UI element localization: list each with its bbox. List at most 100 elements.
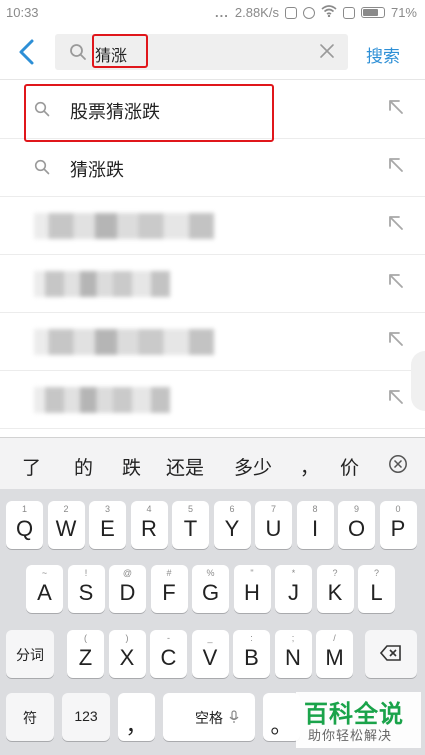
candidate-word[interactable]: 跌 [122, 453, 141, 480]
suggestion-list: 股票猜涨跌 猜涨跌 [0, 81, 425, 429]
clear-icon[interactable] [318, 42, 336, 60]
period-key[interactable]: 。 [263, 693, 300, 741]
blurred-text [34, 329, 214, 355]
segment-key[interactable]: 分词 [6, 630, 54, 678]
key-label: E [100, 516, 115, 541]
key-label: ， [125, 713, 148, 738]
key-e[interactable]: 3E [89, 501, 126, 549]
key-hint: * [291, 568, 296, 578]
backspace-key[interactable] [365, 630, 417, 678]
fill-arrow-icon[interactable] [386, 97, 406, 117]
key-hint: / [333, 633, 336, 643]
suggestion-item[interactable]: 猜涨跌 [0, 139, 425, 197]
key-y[interactable]: 6Y [213, 501, 251, 549]
suggestion-item-blurred[interactable] [0, 371, 425, 429]
key-hint: 9 [353, 504, 359, 514]
battery-icon [360, 7, 385, 18]
candidate-word[interactable]: 的 [74, 453, 93, 480]
key-t[interactable]: 5T [172, 501, 209, 549]
comma-key[interactable]: ， [118, 693, 155, 741]
suggestion-item-blurred[interactable] [0, 313, 425, 371]
key-n[interactable]: ; N [274, 630, 312, 678]
key-m[interactable]: / M [316, 630, 353, 678]
status-bar: 10:33 ... 2.88K/s 71% [0, 0, 425, 26]
key-r[interactable]: 4R [130, 501, 168, 549]
numbers-key[interactable]: 123 [62, 693, 110, 741]
fill-arrow-icon[interactable] [386, 387, 406, 407]
key-label: H [244, 580, 260, 605]
key-hint: ( [84, 633, 87, 643]
key-label: K [327, 580, 343, 605]
key-d[interactable]: @ D [109, 565, 146, 613]
suggestion-item[interactable]: 股票猜涨跌 [0, 81, 425, 139]
key-label: J [288, 580, 299, 605]
search-button[interactable]: 搜索 [366, 42, 400, 67]
close-candidates-icon[interactable] [388, 454, 408, 474]
backspace-icon [379, 645, 401, 661]
key-label: C [160, 645, 177, 670]
key-hint: ? [332, 568, 338, 578]
suggestion-item-blurred[interactable] [0, 197, 425, 255]
key-hint: 5 [187, 504, 193, 514]
fill-arrow-icon[interactable] [386, 329, 406, 349]
key-v[interactable]: _ V [191, 630, 229, 678]
search-query[interactable]: 猜涨 [95, 42, 127, 66]
key-hint: 2 [63, 504, 69, 514]
fill-arrow-icon[interactable] [386, 213, 406, 233]
key-s[interactable]: ! S [67, 565, 105, 613]
network-speed: 2.88K/s [234, 5, 279, 20]
candidate-word[interactable]: 了 [22, 453, 41, 480]
watermark-subtitle: 助你轻松解决 [308, 729, 393, 744]
blurred-text [34, 271, 170, 297]
key-hint: 1 [21, 504, 27, 514]
candidate-word[interactable]: 还是 [166, 453, 204, 480]
key-o[interactable]: 9O [338, 501, 375, 549]
space-key[interactable]: 空格 [163, 693, 255, 741]
key-c[interactable]: -C [150, 630, 187, 678]
alarm-icon [302, 6, 315, 19]
candidate-word[interactable]: 多少 [234, 453, 272, 480]
key-f[interactable]: # F [150, 565, 188, 613]
key-i[interactable]: 8I [296, 501, 334, 549]
watermark: 百科全说 助你轻松解决 [296, 692, 421, 748]
key-label: 空格 [195, 710, 223, 726]
key-z[interactable]: (Z [67, 630, 104, 678]
key-u[interactable]: 7U [255, 501, 292, 549]
key-hint: _ [207, 633, 213, 643]
edge-handle[interactable] [411, 351, 425, 411]
key-w[interactable]: 2W [47, 501, 85, 549]
key-label: M [325, 645, 344, 670]
key-label: V [202, 645, 218, 670]
key-l[interactable]: ? L [358, 565, 395, 613]
key-p[interactable]: 0P [379, 501, 417, 549]
chevron-left-icon [19, 39, 34, 65]
key-hint: 7 [270, 504, 276, 514]
key-x[interactable]: ) X [108, 630, 146, 678]
key-hint: 0 [395, 504, 401, 514]
key-hint: ~ [41, 568, 48, 578]
fill-arrow-icon[interactable] [386, 155, 406, 175]
candidate-word[interactable]: ， [300, 453, 319, 480]
key-label: U [265, 516, 282, 541]
candidate-word[interactable]: 价 [340, 453, 359, 480]
back-button[interactable] [12, 36, 42, 68]
key-a[interactable]: ~ A [26, 565, 63, 613]
key-hint: " [250, 568, 254, 578]
symbols-key[interactable]: 符 [6, 693, 54, 741]
key-label: 。 [270, 713, 293, 738]
key-label: 分词 [16, 647, 44, 663]
key-j[interactable]: * J [275, 565, 312, 613]
key-label: W [55, 516, 77, 541]
fill-arrow-icon[interactable] [386, 271, 406, 291]
search-input[interactable]: 猜涨 [55, 34, 348, 70]
key-g[interactable]: % G [192, 565, 229, 613]
key-q[interactable]: 1Q [6, 501, 43, 549]
blurred-text [34, 213, 214, 239]
suggestion-item-blurred[interactable] [0, 255, 425, 313]
key-h[interactable]: " H [233, 565, 271, 613]
key-hint: ? [373, 568, 379, 578]
key-b[interactable]: :B [233, 630, 270, 678]
key-hint: ) [125, 633, 129, 643]
key-k[interactable]: ? K [316, 565, 354, 613]
key-label: A [37, 580, 52, 605]
